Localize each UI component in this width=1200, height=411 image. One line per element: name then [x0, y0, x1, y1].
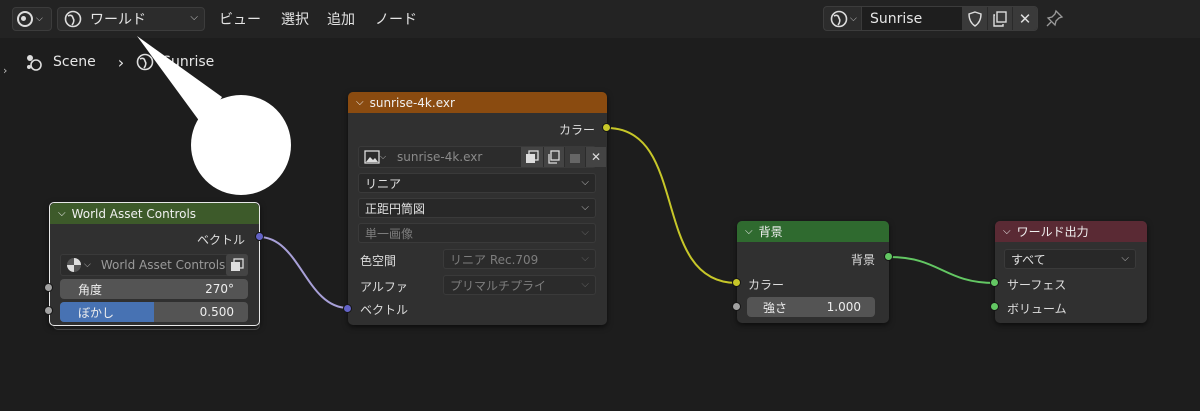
node-header[interactable]: ⌵ 背景 [737, 221, 889, 242]
angle-value: 270° [205, 282, 234, 296]
node-header[interactable]: ⌵ ワールド出力 [995, 221, 1147, 242]
blur-label: ぼかし [78, 305, 115, 320]
input-color-label: カラー [748, 278, 785, 292]
image-color-output-socket[interactable] [602, 123, 611, 132]
node-title: ワールド出力 [1016, 225, 1089, 239]
chevron-down-icon: ⌵ [581, 227, 589, 238]
collapse-chevron-icon[interactable]: ⌵ [356, 97, 364, 108]
image-vector-input-socket[interactable] [343, 304, 352, 313]
node-title: sunrise-4k.exr [369, 95, 455, 110]
angle-input-socket[interactable] [44, 283, 53, 292]
projection-dropdown[interactable]: 正距円筒図 ⌵ [358, 198, 596, 218]
strength-label: 強さ [763, 300, 788, 315]
output-color-label: カラー [558, 123, 595, 137]
alpha-dropdown: プリマルチプライ ⌵ [443, 275, 596, 295]
volume-input-socket[interactable] [990, 302, 999, 311]
image-fake-user-icon[interactable] [521, 147, 543, 167]
background-color-input-socket[interactable] [732, 278, 741, 287]
group-name: World Asset Controls [100, 258, 226, 272]
blur-value: 0.500 [199, 305, 234, 319]
node-title: World Asset Controls [71, 206, 197, 221]
colorspace-label: 色空間 [360, 254, 397, 268]
interpolation-dropdown[interactable]: リニア ⌵ [358, 173, 596, 193]
blur-slider[interactable]: ぼかし 0.500 [60, 302, 248, 322]
colorspace-dropdown: リニア Rec.709 ⌵ [443, 249, 596, 269]
input-vector-label: ベクトル [360, 303, 409, 317]
node-group-selector[interactable]: ⌵ World Asset Controls [60, 254, 248, 276]
fake-user-icon[interactable] [226, 254, 248, 276]
image-pack-icon[interactable] [565, 147, 585, 167]
image-browse-icon[interactable]: ⌵ [361, 147, 389, 167]
colorspace-value: リニア Rec.709 [450, 252, 539, 267]
source-dropdown: 単一画像 ⌵ [358, 223, 596, 243]
target-value: すべて [1011, 252, 1046, 267]
angle-field[interactable]: 角度 270° [60, 279, 248, 299]
chevron-down-icon: ⌵ [581, 177, 589, 188]
image-duplicate-icon[interactable] [544, 147, 564, 167]
strength-field[interactable]: 強さ 1.000 [747, 297, 875, 317]
node-header[interactable]: ⌵ World Asset Controls [50, 203, 259, 224]
world-asset-vector-output-socket[interactable] [255, 232, 264, 241]
target-dropdown[interactable]: すべて ⌵ [1004, 249, 1136, 269]
blur-input-socket[interactable] [44, 306, 53, 315]
strength-value: 1.000 [826, 300, 861, 314]
alpha-label: アルファ [360, 280, 408, 294]
node-image-texture[interactable]: ⌵ sunrise-4k.exr カラー ⌵ sunrise-4k.exr ✕ … [348, 92, 607, 325]
output-vector-label: ベクトル [196, 233, 245, 247]
surface-input-socket[interactable] [990, 278, 999, 287]
node-header[interactable]: ⌵ sunrise-4k.exr [348, 92, 607, 113]
collapse-chevron-icon[interactable]: ⌵ [58, 208, 66, 219]
background-output-socket[interactable] [884, 252, 893, 261]
chevron-down-icon: ⌵ [581, 202, 589, 213]
alpha-value: プリマルチプライ [450, 278, 547, 293]
chevron-down-icon: ⌵ [1121, 253, 1129, 264]
input-surface-label: サーフェス [1007, 278, 1067, 292]
chevron-down-icon: ⌵ [581, 253, 589, 264]
angle-label: 角度 [78, 282, 103, 297]
node-world-asset-controls[interactable]: ⌵ World Asset Controls ベクトル ⌵ World Asse… [49, 202, 260, 326]
projection-value: 正距円筒図 [365, 201, 426, 216]
interpolation-value: リニア [365, 176, 402, 191]
chevron-down-icon: ⌵ [581, 279, 589, 290]
chevron-down-icon: ⌵ [84, 260, 91, 270]
collapse-chevron-icon[interactable]: ⌵ [1003, 226, 1011, 237]
input-volume-label: ボリューム [1007, 302, 1067, 316]
strength-input-socket[interactable] [732, 302, 741, 311]
source-value: 単一画像 [365, 226, 414, 241]
node-world-output[interactable]: ⌵ ワールド出力 すべて ⌵ サーフェス ボリューム [995, 221, 1147, 323]
node-title: 背景 [758, 225, 783, 239]
node-tree-icon [67, 258, 81, 272]
collapse-chevron-icon[interactable]: ⌵ [745, 226, 753, 237]
close-icon[interactable]: ✕ [586, 147, 606, 167]
image-name: sunrise-4k.exr [397, 150, 483, 164]
output-background-label: 背景 [850, 253, 875, 267]
node-background[interactable]: ⌵ 背景 背景 カラー 強さ 1.000 [737, 221, 889, 323]
image-selector[interactable]: ⌵ sunrise-4k.exr ✕ [358, 146, 606, 168]
